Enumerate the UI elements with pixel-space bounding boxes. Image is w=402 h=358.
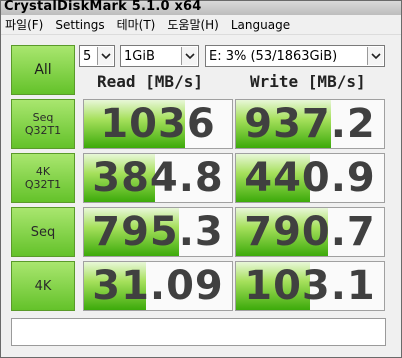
read-value: 795.3 xyxy=(92,209,224,255)
count-select[interactable]: 5 xyxy=(79,45,115,67)
4k-write-result: 103.1 xyxy=(235,261,385,311)
minimize-icon[interactable] xyxy=(353,1,369,15)
window-controls xyxy=(353,1,401,15)
menu-bar: 파일(F) Settings 테마(T) 도움말(H) Language xyxy=(1,15,401,35)
seq-button[interactable]: Seq xyxy=(11,207,75,257)
count-value: 5 xyxy=(83,48,92,64)
4k-read-result: 31.09 xyxy=(83,261,233,311)
row-label-1: 4K xyxy=(35,165,51,178)
write-header: Write [MB/s] xyxy=(250,72,366,91)
seq-q32t1-write-result: 937.2 xyxy=(235,99,385,149)
read-value: 31.09 xyxy=(92,263,224,309)
seq-write-result: 790.7 xyxy=(235,207,385,257)
seq-read-result: 795.3 xyxy=(83,207,233,257)
read-value: 384.8 xyxy=(92,155,224,201)
write-value: 937.2 xyxy=(244,101,376,147)
write-value: 440.9 xyxy=(244,155,376,201)
chevron-down-icon[interactable] xyxy=(97,47,113,65)
title-bar: CrystalDiskMark 5.1.0 x64 xyxy=(1,0,401,15)
menu-settings[interactable]: Settings xyxy=(49,18,110,32)
chevron-down-icon[interactable] xyxy=(367,47,383,65)
row-label-2: Q32T1 xyxy=(24,178,62,191)
read-header: Read [MB/s] xyxy=(97,72,203,91)
window-title: CrystalDiskMark 5.1.0 x64 xyxy=(4,0,202,14)
size-select[interactable]: 1GiB xyxy=(120,45,199,67)
row-label-1: 4K xyxy=(34,278,52,294)
menu-theme[interactable]: 테마(T) xyxy=(111,16,162,33)
comment-field[interactable] xyxy=(11,318,386,346)
maximize-icon[interactable] xyxy=(369,1,385,15)
seq-q32t1-read-result: 1036 xyxy=(83,99,233,149)
read-value: 1036 xyxy=(100,101,216,147)
menu-file[interactable]: 파일(F) xyxy=(1,16,49,33)
all-button[interactable]: All xyxy=(11,45,75,95)
drive-select[interactable]: E: 3% (53/1863GiB) xyxy=(205,45,385,67)
drive-value: E: 3% (53/1863GiB) xyxy=(209,48,338,64)
close-icon[interactable] xyxy=(385,1,401,15)
write-value: 790.7 xyxy=(244,209,376,255)
menu-language[interactable]: Language xyxy=(225,18,296,32)
chevron-down-icon[interactable] xyxy=(181,47,197,65)
4k-q32t1-button[interactable]: 4K Q32T1 xyxy=(11,153,75,203)
write-value: 103.1 xyxy=(244,263,376,309)
4k-button[interactable]: 4K xyxy=(11,261,75,311)
size-value: 1GiB xyxy=(124,48,155,64)
4k-q32t1-write-result: 440.9 xyxy=(235,153,385,203)
row-label-1: Seq xyxy=(30,224,56,240)
app-window: CrystalDiskMark 5.1.0 x64 파일(F) Settings… xyxy=(0,0,402,358)
menu-help[interactable]: 도움말(H) xyxy=(161,16,225,33)
4k-q32t1-read-result: 384.8 xyxy=(83,153,233,203)
row-label-1: Seq xyxy=(32,111,54,124)
seq-q32t1-button[interactable]: Seq Q32T1 xyxy=(11,99,75,149)
row-label-2: Q32T1 xyxy=(24,124,62,137)
